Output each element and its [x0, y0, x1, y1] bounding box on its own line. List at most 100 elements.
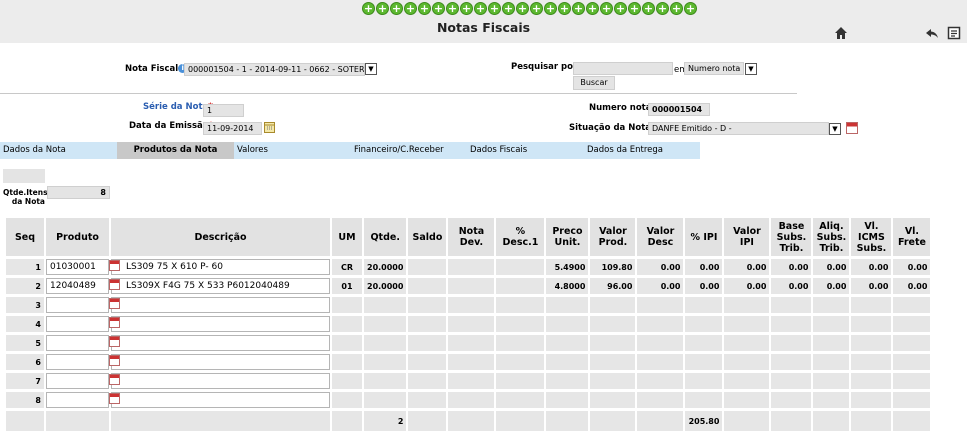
plus-icon[interactable]: + — [488, 2, 501, 15]
tab-dados-fiscais[interactable]: Dados Fiscais — [470, 142, 527, 159]
exit-icon[interactable] — [947, 26, 961, 40]
serie-input[interactable]: 1 — [203, 104, 244, 117]
plus-icon[interactable]: + — [558, 2, 571, 15]
situacao-select[interactable]: DANFE Emitido - D - — [648, 122, 829, 135]
plus-icon[interactable]: + — [362, 2, 375, 15]
plus-icon[interactable]: + — [376, 2, 389, 15]
plus-icon[interactable]: + — [572, 2, 585, 15]
tab-dados-da-nota[interactable]: Dados da Nota — [3, 142, 66, 159]
descricao-input[interactable] — [111, 316, 330, 332]
plus-icon[interactable]: + — [586, 2, 599, 15]
calendar-icon[interactable] — [109, 374, 120, 385]
calendar-icon[interactable] — [109, 260, 120, 271]
cell-valor-ipi — [724, 316, 770, 332]
plus-icon[interactable]: + — [544, 2, 557, 15]
search-field-select[interactable]: Numero nota — [684, 62, 744, 75]
back-arrow-icon[interactable] — [925, 26, 939, 40]
produto-input[interactable]: 01030001 — [46, 259, 120, 275]
plus-icon[interactable]: + — [600, 2, 613, 15]
cell-valor-desc — [637, 335, 684, 351]
plus-icon[interactable]: + — [516, 2, 529, 15]
produto-input[interactable] — [46, 373, 120, 389]
col-valor-ipi: Valor IPI — [724, 218, 770, 256]
plus-icon[interactable]: + — [446, 2, 459, 15]
plus-icon[interactable]: + — [432, 2, 445, 15]
descricao-input[interactable]: LS309X F4G 75 X 533 P6012040489 — [111, 278, 330, 294]
cell-frete: 0.00 — [893, 259, 931, 275]
total-cell — [813, 411, 850, 431]
plus-icon[interactable]: + — [670, 2, 683, 15]
tab-bar: Dados da Nota Produtos da Nota Valores F… — [0, 142, 700, 159]
buscar-button[interactable]: Buscar — [573, 76, 615, 90]
cell-aliq-st — [813, 297, 850, 313]
calendar-icon[interactable] — [109, 317, 120, 328]
chevron-down-icon[interactable]: ▼ — [829, 123, 841, 135]
cell-seq: 3 — [6, 297, 44, 313]
descricao-input[interactable] — [111, 297, 330, 313]
cell-um — [332, 316, 362, 332]
data-emissao-label: Data da Emissão* — [129, 121, 213, 131]
numero-nota-input[interactable]: 000001504 — [648, 103, 710, 116]
produto-input[interactable]: 12040489 — [46, 278, 120, 294]
tab-valores[interactable]: Valores — [237, 142, 268, 159]
descricao-input[interactable] — [111, 373, 330, 389]
cell-um — [332, 373, 362, 389]
search-input[interactable] — [573, 62, 673, 75]
blank-button[interactable] — [3, 169, 45, 183]
plus-icon[interactable]: + — [530, 2, 543, 15]
descricao-input[interactable] — [111, 392, 330, 408]
cell-icms-st — [851, 354, 892, 370]
tab-financeiro[interactable]: Financeiro/C.Receber — [354, 142, 444, 159]
cell-um — [332, 297, 362, 313]
cell-valor-ipi: 0.00 — [724, 278, 770, 294]
divider — [0, 93, 797, 94]
cell-frete: 0.00 — [893, 278, 931, 294]
cell-desc1 — [496, 354, 545, 370]
plus-icon[interactable]: + — [628, 2, 641, 15]
tab-dados-entrega[interactable]: Dados da Entrega — [587, 142, 663, 159]
descricao-input[interactable] — [111, 354, 330, 370]
cell-um — [332, 335, 362, 351]
produto-input[interactable] — [46, 335, 120, 351]
col-base-st: Base Subs. Trib. — [771, 218, 812, 256]
plus-icon[interactable]: + — [684, 2, 697, 15]
cell-frete — [893, 392, 931, 408]
plus-icon[interactable]: + — [390, 2, 403, 15]
plus-icon[interactable]: + — [474, 2, 487, 15]
calendar-icon[interactable] — [109, 279, 120, 290]
plus-icon[interactable]: + — [460, 2, 473, 15]
plus-icon[interactable]: + — [418, 2, 431, 15]
plus-icon[interactable]: + — [642, 2, 655, 15]
cell-valor-prod — [590, 316, 636, 332]
cell-desc1 — [496, 392, 545, 408]
calendar-icon[interactable] — [109, 355, 120, 366]
calendar-icon[interactable] — [264, 122, 275, 133]
cell-valor-ipi — [724, 354, 770, 370]
produto-input[interactable] — [46, 297, 120, 313]
calendar-icon[interactable] — [846, 122, 858, 134]
plus-toolbar: + + + + + + + + + + + + + + + + + + + + + + + + — [362, 2, 697, 16]
chevron-down-icon[interactable]: ▼ — [365, 63, 377, 75]
nota-fiscal-select[interactable]: 000001504 - 1 - 2014-09-11 - 0662 - SOTE… — [184, 63, 365, 76]
produto-input[interactable] — [46, 392, 120, 408]
produto-input[interactable] — [46, 354, 120, 370]
cell-seq: 5 — [6, 335, 44, 351]
calendar-icon[interactable] — [109, 298, 120, 309]
plus-icon[interactable]: + — [656, 2, 669, 15]
cell-preco: 4.8000 — [546, 278, 589, 294]
home-icon[interactable] — [834, 26, 848, 40]
descricao-input[interactable]: LS309 75 X 610 P- 60 — [111, 259, 330, 275]
data-emissao-input[interactable]: 11-09-2014 — [203, 122, 262, 135]
plus-icon[interactable]: + — [404, 2, 417, 15]
descricao-input[interactable] — [111, 335, 330, 351]
cell-base-st — [771, 373, 812, 389]
chevron-down-icon[interactable]: ▼ — [745, 63, 757, 75]
produto-input[interactable] — [46, 316, 120, 332]
table-row: 1 01030001 LS309 75 X 610 P- 60 CR 20.0000 5.… — [6, 259, 931, 275]
plus-icon[interactable]: + — [502, 2, 515, 15]
tab-produtos-da-nota[interactable]: Produtos da Nota — [117, 142, 234, 159]
plus-icon[interactable]: + — [614, 2, 627, 15]
calendar-icon[interactable] — [109, 393, 120, 404]
col-valor-prod: Valor Prod. — [590, 218, 636, 256]
calendar-icon[interactable] — [109, 336, 120, 347]
